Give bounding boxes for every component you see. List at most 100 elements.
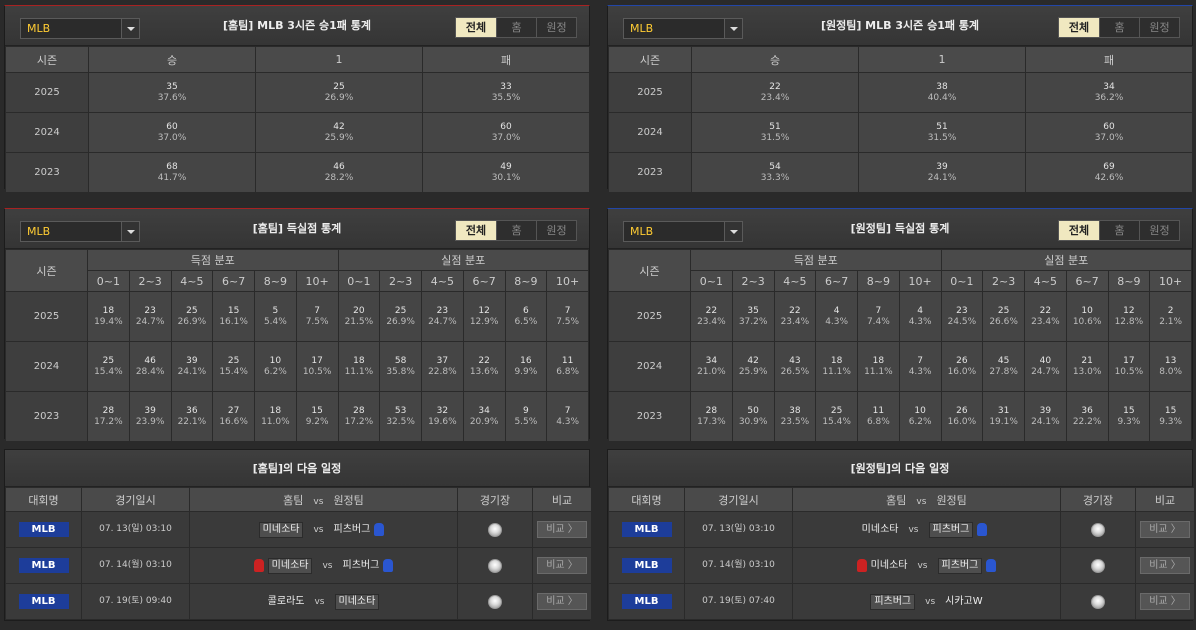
tab-all[interactable]: 전체	[456, 18, 496, 37]
compare-cell: 비교 〉	[1135, 547, 1195, 584]
date-header: 경기일시	[684, 487, 793, 512]
away-team-name[interactable]: 피츠버그	[334, 524, 371, 535]
tab-away[interactable]: 원정	[1139, 18, 1179, 37]
stat-count: 23	[436, 305, 449, 316]
stat-percent: 19.6%	[428, 416, 457, 427]
compare-button[interactable]: 비교 〉	[537, 593, 587, 610]
stadium-icon[interactable]	[488, 558, 502, 573]
league-badge[interactable]: MLB	[621, 558, 672, 573]
league-dropdown[interactable]: MLB	[623, 221, 743, 242]
league-dropdown[interactable]: MLB	[623, 18, 743, 39]
league-cell: MLB	[5, 547, 82, 584]
league-badge[interactable]: MLB	[621, 594, 672, 609]
league-badge[interactable]: MLB	[18, 558, 69, 573]
league-badge[interactable]: MLB	[18, 522, 69, 537]
stat-percent: 23.4%	[697, 316, 726, 327]
league-badge[interactable]: MLB	[18, 594, 69, 609]
tab-home[interactable]: 홈	[496, 221, 536, 240]
range-header: 10+	[898, 270, 942, 292]
away-team-name[interactable]: 미네소타	[334, 593, 380, 610]
stadium-icon[interactable]	[1091, 558, 1105, 573]
stat-cell: 51 31.5%	[858, 112, 1026, 153]
away-team-name[interactable]: 피츠버그	[928, 521, 974, 538]
stat-cell: 18 11.0%	[254, 391, 297, 442]
league-dropdown[interactable]: MLB	[20, 18, 140, 39]
home-team-name[interactable]: 미네소타	[267, 557, 313, 574]
stat-percent: 23.5%	[780, 416, 810, 427]
away-team-name[interactable]: 피츠버그	[937, 557, 983, 574]
header-row: 대회명 경기일시 홈팀 vs 원정팀 경기장 비교	[5, 487, 592, 512]
tab-all[interactable]: 전체	[456, 221, 496, 240]
stat-percent: 11.0%	[261, 416, 290, 427]
stat-percent: 19.4%	[94, 316, 123, 327]
tab-away[interactable]: 원정	[536, 18, 576, 37]
stat-percent: 15.4%	[822, 416, 851, 427]
stat-count: 42	[333, 121, 345, 132]
matchup-cell: 미네소타 vs 피츠버그	[792, 511, 1061, 548]
tab-home[interactable]: 홈	[1099, 18, 1139, 37]
league-dropdown[interactable]: MLB	[20, 221, 140, 242]
stat-count: 58	[394, 355, 407, 366]
stat-percent: 9.2%	[305, 416, 329, 427]
vs-label: vs	[314, 596, 325, 607]
stat-percent: 12.8%	[1114, 316, 1144, 327]
stat-cell: 32 19.6%	[421, 391, 464, 442]
stadium-icon[interactable]	[1091, 594, 1105, 609]
tab-home[interactable]: 홈	[496, 18, 536, 37]
stat-percent: 5.4%	[263, 316, 287, 327]
compare-button[interactable]: 비교 〉	[1140, 521, 1190, 538]
tab-all[interactable]: 전체	[1059, 221, 1099, 240]
header-row: 시즌 득점 분포 실점 분포	[5, 249, 589, 292]
home-team-name[interactable]: 콜로라도	[268, 596, 305, 607]
home-team-name[interactable]: 미네소타	[871, 560, 908, 571]
range-header: 8~9	[254, 270, 297, 292]
schedule-table: 대회명 경기일시 홈팀 vs 원정팀 경기장 비교 MLB 07. 13(일) 03:10 미네소…	[608, 487, 1195, 620]
home-team-name[interactable]: 피츠버그	[870, 593, 916, 610]
stat-cell: 22 23.4%	[1024, 291, 1067, 342]
range-row: 0~1 2~3 4~5 6~7 8~9 10+ 0~1 2~3 4~5 6~7 8~9 10+	[609, 270, 1192, 292]
stat-count: 17	[1123, 355, 1135, 366]
table-row: 2023 28 17.3% 50 30.9% 38 23.5% 25 15.4% 11 6.8% 10…	[608, 391, 1192, 442]
tab-home[interactable]: 홈	[1099, 221, 1139, 240]
stadium-icon[interactable]	[1091, 522, 1105, 537]
stat-percent: 37.2%	[738, 316, 768, 327]
stat-percent: 10.6%	[1072, 316, 1102, 327]
chevron-down-icon	[121, 222, 139, 241]
compare-button[interactable]: 비교 〉	[537, 557, 587, 574]
range-header: 6~7	[462, 270, 506, 292]
compare-button[interactable]: 비교 〉	[1140, 557, 1190, 574]
tab-all[interactable]: 전체	[1059, 18, 1099, 37]
table-row: MLB 07. 13(일) 03:10 미네소타 vs 피츠버그 비교 〉	[5, 511, 592, 548]
away-team-name[interactable]: 피츠버그	[343, 560, 380, 571]
stat-percent: 17.2%	[344, 416, 374, 427]
home-team-name[interactable]: 미네소타	[258, 521, 304, 538]
home-team-header: 홈팀	[283, 493, 304, 507]
table-row: 2023 28 17.2% 39 23.9% 36 22.1% 27 16.6% 18 11.0% 1…	[5, 391, 589, 442]
stat-percent: 24.1%	[177, 366, 207, 377]
tab-away[interactable]: 원정	[536, 221, 576, 240]
header-row: 시즌 승 1 패	[608, 46, 1193, 73]
compare-button[interactable]: 비교 〉	[1140, 593, 1190, 610]
stat-cell: 7 4.3%	[898, 341, 942, 392]
stat-cell: 39 24.1%	[170, 341, 214, 392]
compare-button[interactable]: 비교 〉	[537, 521, 587, 538]
stat-count: 11	[561, 355, 574, 366]
stat-percent: 5.5%	[514, 416, 538, 427]
stat-count: 38	[789, 405, 801, 416]
stat-count: 22	[1039, 305, 1052, 316]
stadium-icon[interactable]	[488, 594, 502, 609]
range-header: 2~3	[379, 270, 422, 292]
stat-count: 46	[333, 161, 345, 172]
away-team-name[interactable]: 시카고W	[945, 596, 983, 607]
league-header: 대회명	[608, 487, 685, 512]
stat-cell: 10 6.2%	[254, 341, 297, 392]
tab-away[interactable]: 원정	[1139, 221, 1179, 240]
league-badge[interactable]: MLB	[621, 522, 672, 537]
home-team-name[interactable]: 미네소타	[862, 524, 899, 535]
stat-percent: 20.9%	[469, 416, 499, 427]
stat-percent: 23.4%	[780, 316, 810, 327]
stat-percent: 11.1%	[822, 366, 851, 377]
range-header: 2~3	[128, 270, 172, 292]
date-header: 경기일시	[81, 487, 190, 512]
stadium-icon[interactable]	[488, 522, 502, 537]
